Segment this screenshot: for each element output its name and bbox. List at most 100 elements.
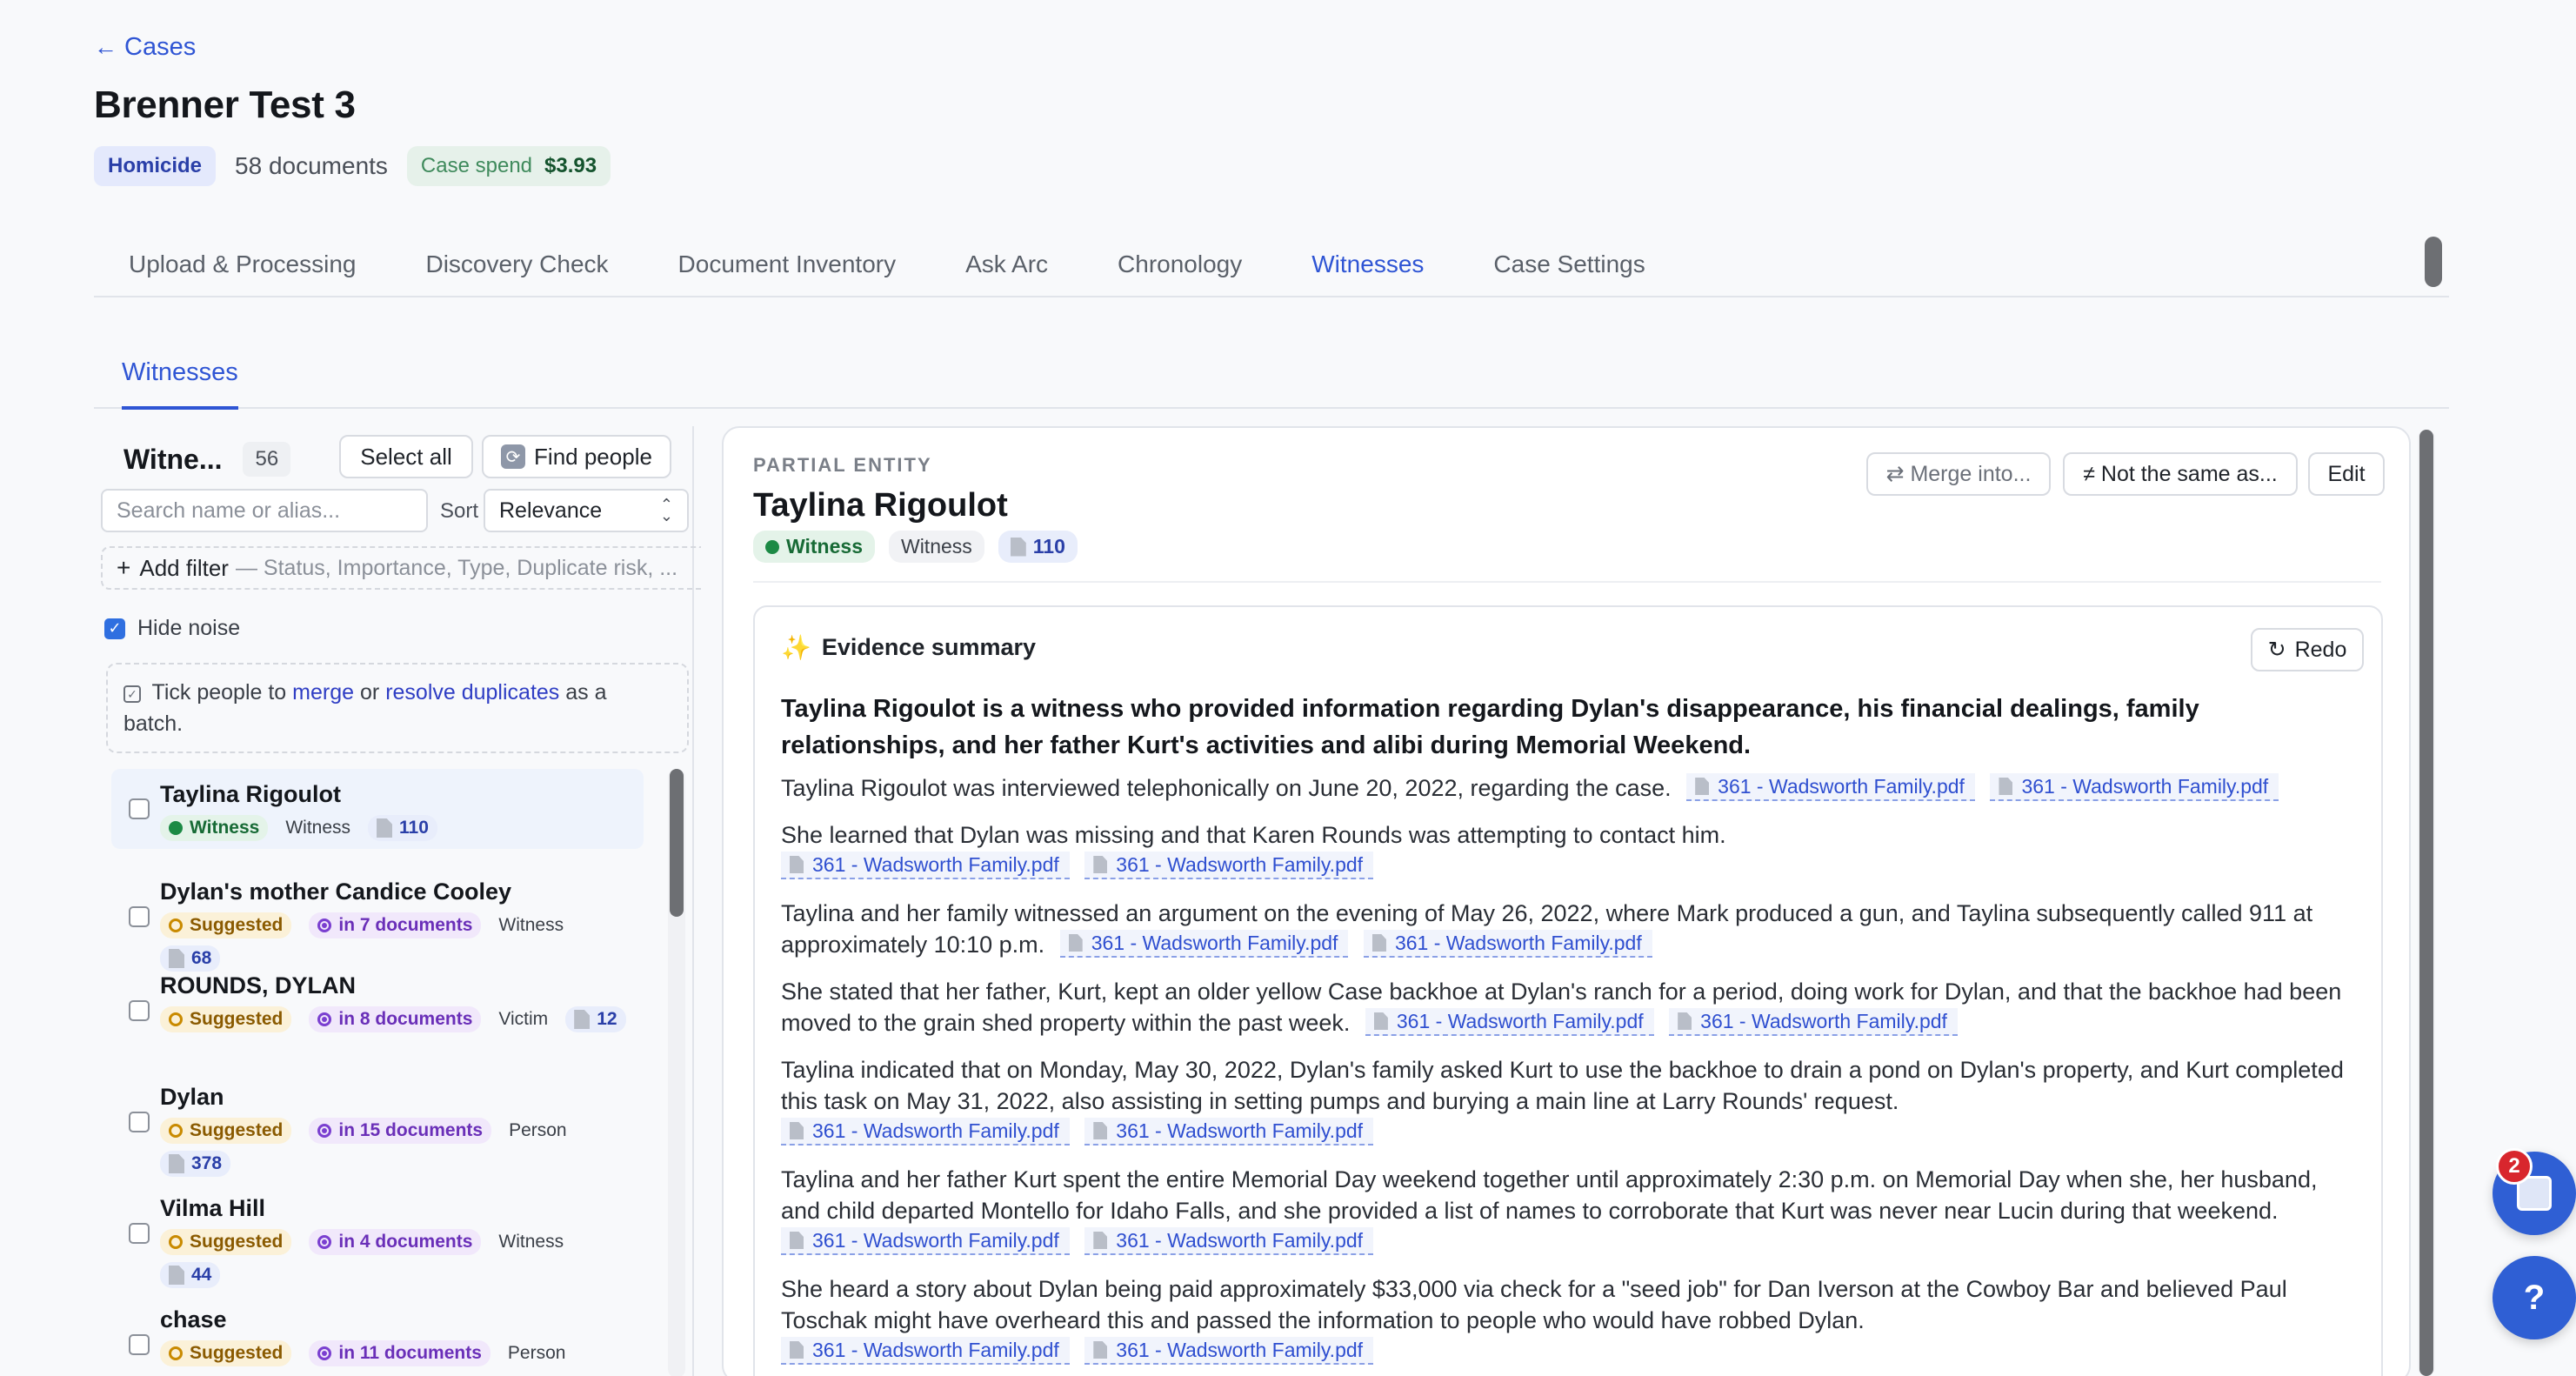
tab-case-settings[interactable]: Case Settings: [1458, 228, 1679, 296]
summary-paragraph: She stated that her father, Kurt, kept a…: [781, 976, 2355, 1039]
not-same-as-button[interactable]: ≠ Not the same as...: [2063, 452, 2298, 496]
citation-chip[interactable]: 361 - Wadsworth Family.pdf: [781, 1337, 1070, 1365]
scrollbar-thumb[interactable]: [2419, 430, 2433, 1376]
citation-chip[interactable]: 361 - Wadsworth Family.pdf: [1363, 930, 1652, 958]
edit-button[interactable]: Edit: [2308, 452, 2385, 496]
document-presence-badge: in 11 documents: [309, 1340, 491, 1366]
mention-count-badge: 110: [368, 815, 437, 841]
witness-list-scrollbar[interactable]: [668, 769, 685, 1376]
citation-chip[interactable]: 361 - Wadsworth Family.pdf: [1084, 852, 1374, 879]
tab-upload-processing[interactable]: Upload & Processing: [94, 228, 390, 296]
subtab-witnesses[interactable]: Witnesses: [122, 358, 238, 410]
document-icon: [790, 1232, 804, 1249]
target-icon: [317, 1124, 332, 1138]
document-presence-badge: in 4 documents: [309, 1229, 482, 1255]
evidence-summary-card: ✨ Evidence summary ↻ Redo Taylina Rigoul…: [753, 605, 2383, 1376]
citation-label: 361 - Wadsworth Family.pdf: [1718, 775, 1965, 798]
search-input[interactable]: Search name or alias...: [101, 489, 428, 532]
citation-label: 361 - Wadsworth Family.pdf: [2021, 775, 2269, 798]
citation-chip[interactable]: 361 - Wadsworth Family.pdf: [1990, 773, 2279, 801]
find-people-button[interactable]: ⟳ Find people: [482, 435, 671, 478]
add-filter-button[interactable]: + Add filter — Status, Importance, Type,…: [101, 546, 701, 590]
row-checkbox[interactable]: [129, 1000, 150, 1021]
citation-chip[interactable]: 361 - Wadsworth Family.pdf: [781, 1227, 1070, 1255]
citation-label: 361 - Wadsworth Family.pdf: [812, 1119, 1059, 1142]
row-checkbox[interactable]: [129, 1334, 150, 1355]
document-icon: [1999, 778, 2013, 795]
citation-chip[interactable]: 361 - Wadsworth Family.pdf: [1365, 1008, 1654, 1036]
document-presence-badge: in 8 documents: [309, 1006, 482, 1032]
evidence-summary-title: Evidence summary: [821, 634, 1036, 660]
citation-label: 361 - Wadsworth Family.pdf: [812, 1229, 1059, 1252]
plus-icon: +: [117, 554, 131, 581]
tabs-scrollbar[interactable]: [2425, 237, 2442, 287]
citation-chip[interactable]: 361 - Wadsworth Family.pdf: [1084, 1118, 1374, 1146]
tab-witnesses[interactable]: Witnesses: [1277, 228, 1458, 296]
case-meta: Homicide 58 documents Case spend $3.93: [94, 146, 611, 186]
tab-ask-arc[interactable]: Ask Arc: [931, 228, 1083, 296]
row-checkbox[interactable]: [129, 906, 150, 927]
detail-panel-scrollbar[interactable]: [2418, 430, 2435, 1376]
document-icon: [1093, 1341, 1108, 1359]
paragraph-text: Taylina Rigoulot was interviewed telepho…: [781, 775, 1672, 801]
document-presence-badge: in 7 documents: [309, 912, 482, 938]
document-icon: [1068, 934, 1083, 952]
paragraph-text: She learned that Dylan was missing and t…: [781, 822, 1726, 848]
refresh-icon: ↻: [2267, 638, 2286, 662]
evidence-summary-body: Taylina Rigoulot is a witness who provid…: [781, 691, 2355, 1376]
list-item[interactable]: Vilma Hill Suggested in 4 documents Witn…: [111, 1183, 644, 1294]
status-badge: Suggested: [160, 912, 292, 938]
row-checkbox[interactable]: [129, 798, 150, 819]
citation-chip[interactable]: 361 - Wadsworth Family.pdf: [1059, 930, 1349, 958]
tab-document-inventory[interactable]: Document Inventory: [644, 228, 931, 296]
citation-label: 361 - Wadsworth Family.pdf: [812, 1339, 1059, 1361]
document-count: 58 documents: [235, 152, 388, 179]
mention-count: 110: [1032, 535, 1065, 558]
redo-button[interactable]: ↻ Redo: [2251, 628, 2364, 671]
list-item[interactable]: Taylina Rigoulot Witness Witness 110: [111, 769, 644, 849]
select-all-button[interactable]: Select all: [339, 435, 473, 478]
list-item[interactable]: ROUNDS, DYLAN Suggested in 8 documents V…: [111, 960, 644, 1072]
status-label: Suggested: [190, 915, 284, 935]
help-fab-button[interactable]: ?: [2493, 1256, 2576, 1339]
type-label: Witness: [498, 1232, 564, 1252]
merge-link[interactable]: merge: [292, 680, 354, 705]
witness-count-badge: 56: [243, 442, 291, 477]
scrollbar-thumb[interactable]: [670, 769, 684, 917]
citation-chip[interactable]: 361 - Wadsworth Family.pdf: [1084, 1337, 1374, 1365]
citation-chip[interactable]: 361 - Wadsworth Family.pdf: [781, 852, 1070, 879]
sort-select[interactable]: Relevance ⌃ ⌄: [484, 489, 689, 532]
list-item[interactable]: chase Suggested in 11 documents Person: [111, 1294, 644, 1376]
tip-prefix: Tick people to: [151, 680, 287, 705]
citation-label: 361 - Wadsworth Family.pdf: [1394, 932, 1642, 954]
document-icon: [1678, 1012, 1692, 1030]
find-people-label: Find people: [534, 443, 652, 470]
checkmark-icon[interactable]: ✓: [104, 618, 125, 639]
row-checkbox[interactable]: [129, 1112, 150, 1132]
suggested-circle-icon: [169, 1012, 183, 1026]
citation-chip[interactable]: 361 - Wadsworth Family.pdf: [1084, 1227, 1374, 1255]
type-label: Victim: [498, 1009, 549, 1029]
document-icon: [790, 1122, 804, 1139]
back-to-cases-link[interactable]: ← Cases: [94, 33, 196, 62]
list-item[interactable]: Dylan Suggested in 15 documents Person 3…: [111, 1072, 644, 1183]
witness-list-header: Witne... 56: [123, 442, 291, 477]
merge-into-button[interactable]: ⇄ Merge into...: [1866, 452, 2051, 496]
status-label: Suggested: [190, 1232, 284, 1252]
document-presence-label: in 15 documents: [338, 1120, 484, 1140]
citation-chip[interactable]: 361 - Wadsworth Family.pdf: [781, 1118, 1070, 1146]
resolve-duplicates-link[interactable]: resolve duplicates: [385, 680, 559, 705]
hide-noise-toggle[interactable]: ✓ Hide noise: [104, 616, 240, 641]
case-spend-label: Case spend: [420, 154, 533, 177]
citation-chip[interactable]: 361 - Wadsworth Family.pdf: [1686, 773, 1975, 801]
type-label: Witness: [498, 915, 564, 935]
status-badge: Suggested: [160, 1340, 292, 1366]
list-item[interactable]: Dylan's mother Candice Cooley Suggested …: [111, 866, 644, 972]
mention-count-badge: 12: [565, 1006, 626, 1032]
target-icon: [317, 1235, 332, 1249]
tab-chronology[interactable]: Chronology: [1083, 228, 1277, 296]
person-name: chase: [160, 1306, 227, 1333]
citation-chip[interactable]: 361 - Wadsworth Family.pdf: [1669, 1008, 1958, 1036]
tab-discovery-check[interactable]: Discovery Check: [390, 228, 643, 296]
row-checkbox[interactable]: [129, 1223, 150, 1244]
